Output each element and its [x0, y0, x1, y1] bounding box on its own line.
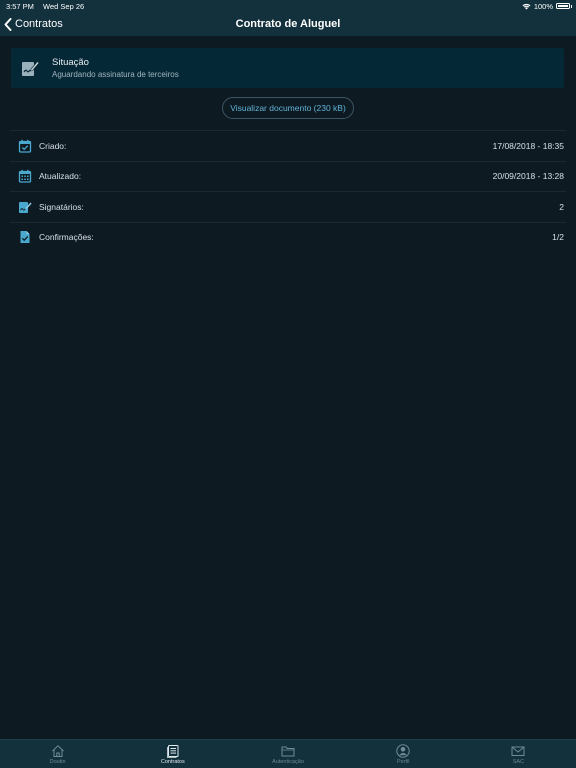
- status-left: 3:57 PM Wed Sep 26: [6, 2, 91, 11]
- status-title: Situação: [52, 57, 89, 68]
- profile-icon: [396, 743, 410, 758]
- tab-doutin[interactable]: Doutin: [0, 740, 115, 768]
- info-row-left: Atualizado:: [18, 169, 81, 183]
- tab-label: Autenticação: [272, 758, 304, 765]
- battery-percent: 100%: [533, 1, 553, 11]
- home-icon: [51, 744, 64, 757]
- navigation-bar: Contratos Contrato de Aluguel: [0, 12, 576, 36]
- info-label: Criado:: [39, 140, 67, 151]
- tab-sac[interactable]: SAC: [461, 740, 576, 768]
- page-title: Contrato de Aluguel: [235, 18, 341, 30]
- folder-icon: [281, 746, 295, 756]
- contract-info-list: Criado: 17/08/2018 - 18:35 Atualizado: 2…: [10, 130, 566, 252]
- tab-label: SAC: [512, 758, 525, 765]
- tab-label: Doutin: [49, 758, 66, 765]
- tab-label: Contratos: [160, 758, 185, 765]
- info-label: Signatários:: [39, 201, 84, 212]
- calendar-icon: [18, 170, 32, 183]
- edit-document-icon: [22, 61, 40, 76]
- contracts-icon: [166, 744, 179, 758]
- view-document-button[interactable]: Visualizar documento (230 kB): [222, 97, 354, 119]
- info-label: Confirmações:: [39, 232, 94, 243]
- info-row-left: Criado:: [18, 139, 66, 153]
- info-value: 2: [559, 201, 564, 212]
- mail-icon: [511, 746, 525, 756]
- tab-contratos[interactable]: Contratos: [115, 740, 230, 768]
- info-row-confirmations: Confirmações: 1/2: [10, 221, 566, 253]
- status-time: 3:57 PM: [6, 1, 34, 11]
- document-check-icon: [20, 231, 30, 244]
- info-value: 17/08/2018 - 18:35: [492, 140, 564, 151]
- info-value: 20/09/2018 - 13:28: [492, 171, 564, 182]
- back-button[interactable]: Contratos: [4, 12, 63, 36]
- status-subtitle: Aguardando assinatura de terceiros: [52, 70, 179, 79]
- tab-perfil[interactable]: Perfil: [346, 740, 461, 768]
- info-value: 1/2: [552, 232, 564, 243]
- tab-autenticacao[interactable]: Autenticação: [230, 740, 345, 768]
- status-date: Wed Sep 26: [43, 1, 85, 11]
- info-row-left: Signatários:: [18, 200, 84, 214]
- status-card-text: Situação Aguardando assinatura de tercei…: [52, 57, 179, 79]
- calendar-check-icon: [18, 139, 32, 153]
- back-button-label: Contratos: [15, 18, 63, 30]
- tab-bar: Doutin Contratos Autenticação Perfil SAC: [0, 739, 576, 768]
- wifi-icon: [522, 3, 531, 9]
- status-right: 100%: [522, 1, 572, 11]
- status-card: Situação Aguardando assinatura de tercei…: [11, 48, 564, 88]
- status-bar: 3:57 PM Wed Sep 26 100%: [0, 0, 576, 12]
- chevron-left-icon: [4, 17, 12, 31]
- signature-icon: [19, 201, 32, 213]
- info-row-updated: Atualizado: 20/09/2018 - 13:28: [10, 160, 566, 192]
- info-row-left: Confirmações:: [18, 230, 94, 244]
- battery-icon: [556, 3, 572, 9]
- info-row-signatories: Signatários: 2: [10, 191, 566, 222]
- tab-label: Perfil: [396, 758, 410, 765]
- info-row-created: Criado: 17/08/2018 - 18:35: [10, 130, 566, 161]
- info-label: Atualizado:: [39, 171, 82, 182]
